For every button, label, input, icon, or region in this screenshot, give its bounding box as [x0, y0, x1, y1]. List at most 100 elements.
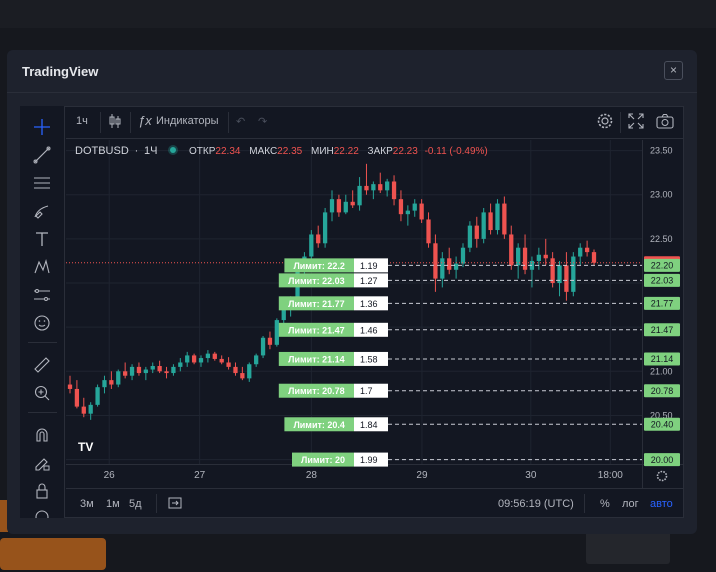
range-3m-button[interactable]: 3м	[80, 498, 94, 510]
candle-body	[474, 225, 479, 239]
legend-high: 22.35	[277, 146, 303, 157]
candle-body	[571, 256, 576, 292]
candle-body	[150, 366, 155, 370]
price-chart[interactable]: Лимит: 22.2 1.19 Лимит: 22.03 1.27 Лимит: 21…	[66, 140, 684, 488]
order-label: Лимит: 22.2	[293, 261, 344, 271]
axis-settings-icon[interactable]	[656, 470, 668, 482]
indicators-button[interactable]: Индикаторы	[156, 115, 219, 127]
close-button[interactable]: ×	[664, 61, 683, 80]
zoom-tool[interactable]	[20, 380, 65, 406]
candle-body	[164, 371, 169, 374]
screenshot-button[interactable]	[656, 113, 674, 132]
drawing-toolbar	[20, 106, 65, 518]
candle-body	[364, 185, 369, 191]
tool-divider	[28, 412, 57, 413]
crosshair-icon	[34, 119, 50, 135]
time-tick-label: 18:00	[598, 470, 623, 481]
order-label: Лимит: 20.78	[288, 386, 344, 396]
candle-body	[550, 258, 555, 284]
fib-tool[interactable]	[20, 170, 65, 196]
market-status-icon	[170, 147, 177, 153]
text-tool[interactable]	[20, 226, 65, 252]
candle-body	[405, 210, 410, 215]
background-header	[0, 0, 716, 28]
time-tick-label: 29	[416, 470, 428, 481]
pencil-lock-icon	[35, 458, 50, 471]
order-qty: 1.99	[360, 455, 378, 465]
candle-body	[502, 203, 507, 235]
ruler-tool[interactable]	[20, 352, 65, 378]
candle-body	[447, 258, 452, 270]
candle-body	[481, 212, 486, 239]
candle-body	[385, 181, 390, 191]
camera-icon	[656, 114, 674, 129]
modal-title: TradingView	[22, 64, 99, 79]
pattern-tool[interactable]	[20, 254, 65, 280]
price-axis-marker-label: 22.03	[651, 276, 674, 286]
range-5d-button[interactable]: 5д	[129, 498, 142, 510]
trendline-icon	[33, 146, 51, 164]
price-axis-marker-label: 21.14	[651, 354, 674, 364]
candle-body	[281, 309, 286, 321]
order-label: Лимит: 21.14	[288, 354, 344, 364]
date-range-button[interactable]	[168, 496, 182, 513]
interval-button[interactable]: 1ч	[76, 115, 88, 127]
magnet-tool[interactable]	[20, 422, 65, 448]
order-qty: 1.58	[360, 354, 378, 364]
visibility-tool[interactable]	[20, 504, 65, 518]
candles-icon	[109, 114, 121, 128]
price-tick-label: 21.00	[650, 366, 673, 376]
candle-body	[95, 387, 100, 405]
order-qty: 1.7	[360, 386, 373, 396]
candle-body	[584, 247, 590, 253]
price-axis-marker-label: 21.77	[651, 299, 674, 309]
log-button[interactable]: лог	[622, 498, 639, 510]
auto-button[interactable]: авто	[650, 498, 673, 510]
fullscreen-button[interactable]	[628, 113, 644, 132]
brush-tool[interactable]	[20, 198, 65, 224]
candle-body	[343, 201, 348, 213]
order-qty: 1.46	[360, 325, 378, 335]
tradingview-logo: TV	[78, 440, 94, 454]
prediction-tool[interactable]	[20, 282, 65, 308]
order-label: Лимит: 22.03	[288, 276, 344, 286]
order-label: Лимит: 21.77	[288, 299, 344, 309]
order-label: Лимит: 20	[301, 455, 345, 465]
time-tick-label: 27	[194, 470, 206, 481]
candle-body	[350, 201, 355, 206]
lock-tool[interactable]	[20, 478, 65, 504]
lock-icon	[36, 483, 48, 499]
candle-body	[336, 199, 342, 213]
undo-icon[interactable]: ↶	[236, 115, 245, 128]
candle-body	[357, 185, 362, 206]
price-axis-marker-label: 21.47	[651, 325, 674, 335]
price-axis-marker-label: 20.78	[651, 386, 674, 396]
bottom-toolbar: 3м 1м 5д 09:56:19 (UTC) % лог авто	[66, 488, 684, 518]
trendline-tool[interactable]	[20, 142, 65, 168]
chart-type-button[interactable]	[108, 113, 122, 132]
candle-body	[102, 380, 107, 388]
legend-low: 22.22	[333, 146, 359, 157]
utc-time[interactable]: 09:56:19 (UTC)	[498, 498, 574, 510]
emoji-tool[interactable]	[20, 310, 65, 336]
candle-body	[123, 371, 128, 376]
legend-open-label: ОТКР	[189, 146, 216, 157]
price-axis-marker-label: 20.00	[651, 455, 674, 465]
candle-body	[185, 355, 190, 363]
settings-button[interactable]	[596, 112, 614, 133]
redo-icon[interactable]: ↷	[258, 115, 267, 128]
toolbar-divider	[156, 494, 157, 513]
candle-body	[509, 234, 514, 266]
draw-mode-tool[interactable]	[20, 450, 65, 476]
candle-body	[543, 254, 548, 259]
chart-toolbar: 1ч ƒx Индикаторы ↶ ↷	[66, 106, 684, 139]
candle-body	[495, 203, 500, 231]
order-qty: 1.84	[360, 420, 378, 430]
legend-close-label: ЗАКР	[367, 146, 393, 157]
crosshair-tool[interactable]	[20, 114, 65, 140]
candle-body	[109, 380, 114, 385]
legend-open: 22.34	[215, 146, 241, 157]
range-1m-button[interactable]: 1м	[106, 498, 120, 510]
percent-button[interactable]: %	[600, 498, 610, 510]
candle-body	[157, 366, 162, 372]
